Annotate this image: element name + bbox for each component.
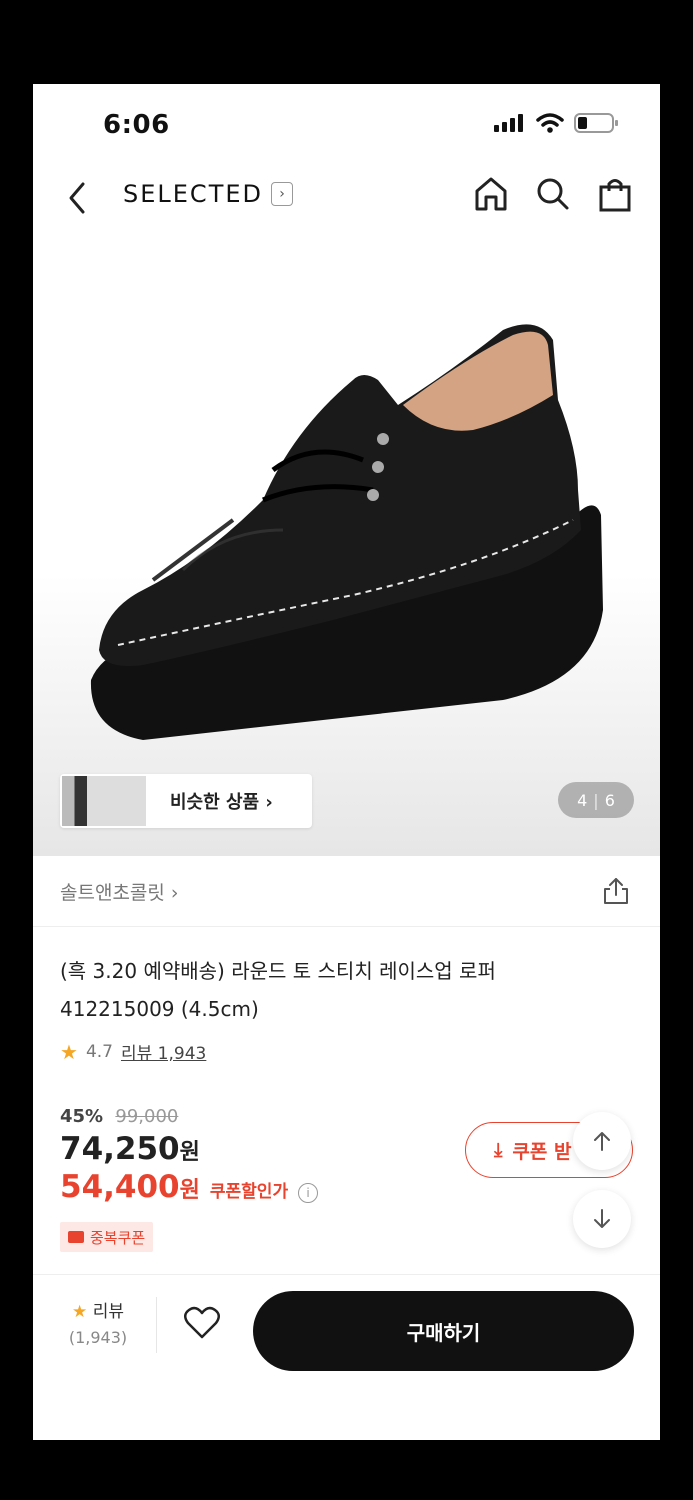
image-counter-total: 6	[604, 790, 615, 810]
review-label: 리뷰	[92, 1302, 124, 1322]
reviews-link[interactable]: 리뷰 1,943	[121, 1039, 206, 1064]
brand-name: SELECTED	[123, 180, 263, 208]
top-nav: SELECTED ›	[33, 170, 660, 230]
shopping-bag-icon[interactable]	[598, 176, 632, 212]
seller-row: 솔트앤초콜릿 ›	[33, 856, 660, 927]
arrow-down-icon	[594, 1209, 610, 1228]
brand-link[interactable]: SELECTED ›	[123, 180, 293, 208]
heart-icon[interactable]	[183, 1305, 221, 1341]
rating-row: ★ 4.7 리뷰 1,943	[60, 1039, 206, 1065]
star-icon: ★	[72, 1302, 88, 1322]
similar-products-label: 비슷한 상품 ›	[170, 792, 273, 813]
status-time: 6:06	[103, 110, 170, 140]
image-counter-current: 4	[577, 790, 588, 810]
buy-button[interactable]: 구매하기	[253, 1291, 634, 1371]
similar-thumbnail	[62, 776, 146, 826]
info-icon[interactable]: i	[298, 1183, 319, 1203]
rating-value: 4.7	[85, 1041, 113, 1062]
search-icon[interactable]	[536, 176, 570, 212]
image-counter: 4 | 6	[558, 782, 634, 818]
status-bar: 6:06	[33, 84, 660, 164]
nav-actions	[474, 176, 632, 212]
sale-price: 74,250	[60, 1131, 180, 1167]
product-title: (흑 3.20 예약배송) 라운드 토 스티치 레이스업 로퍼 41221500…	[60, 952, 620, 1028]
coupon-button-label: 쿠폰 받	[512, 1140, 572, 1163]
wifi-icon	[536, 113, 564, 133]
share-icon[interactable]	[602, 876, 630, 906]
seller-link[interactable]: 솔트앤초콜릿 ›	[60, 878, 179, 905]
duplicate-coupon-badge: 중복쿠폰	[60, 1222, 154, 1252]
sale-price-unit: 원	[179, 1140, 200, 1165]
review-summary[interactable]: ★ 리뷰 (1,943)	[63, 1297, 133, 1347]
review-count: (1,943)	[68, 1328, 128, 1347]
pricing-block: 45% 99,000 74,250원 54,400원 쿠폰할인가 i	[60, 1106, 319, 1205]
discount-row: 45% 99,000	[60, 1106, 318, 1127]
download-icon: ⤓	[494, 1139, 503, 1161]
home-icon[interactable]	[474, 176, 508, 212]
product-title-line2: 412215009 (4.5cm)	[60, 997, 259, 1021]
back-icon[interactable]	[63, 178, 93, 218]
product-image[interactable]: 비슷한 상품 › 4 | 6	[33, 230, 660, 856]
scroll-top-button[interactable]	[573, 1112, 631, 1170]
ticket-icon	[68, 1231, 84, 1243]
coupon-price-unit: 원	[179, 1178, 200, 1203]
battery-icon	[574, 113, 618, 133]
product-title-line1: (흑 3.20 예약배송) 라운드 토 스티치 레이스업 로퍼	[60, 959, 496, 983]
star-icon: ★	[60, 1039, 78, 1064]
arrow-up-icon	[594, 1132, 610, 1151]
coupon-price-label: 쿠폰할인가	[209, 1182, 289, 1202]
cellular-signal-icon	[494, 114, 523, 132]
duplicate-coupon-label: 중복쿠폰	[90, 1228, 146, 1247]
scroll-bottom-button[interactable]	[573, 1190, 631, 1248]
discount-rate: 45%	[60, 1106, 104, 1127]
app-screen: 6:06 SELECTED › 비슷한 상품 › 4 | 6 솔트앤초콜릿 › …	[33, 84, 660, 1440]
similar-products-button[interactable]: 비슷한 상품 ›	[60, 774, 312, 828]
coupon-price-row: 54,400원 쿠폰할인가 i	[60, 1169, 319, 1205]
chevron-right-icon: ›	[271, 182, 293, 206]
shoe-image	[90, 324, 603, 740]
sale-price-row: 74,250원	[60, 1131, 318, 1167]
divider	[156, 1297, 157, 1353]
status-icons	[494, 112, 620, 134]
original-price: 99,000	[115, 1106, 179, 1127]
coupon-price: 54,400	[60, 1169, 180, 1205]
bottom-action-bar: ★ 리뷰 (1,943) 구매하기	[33, 1274, 660, 1375]
